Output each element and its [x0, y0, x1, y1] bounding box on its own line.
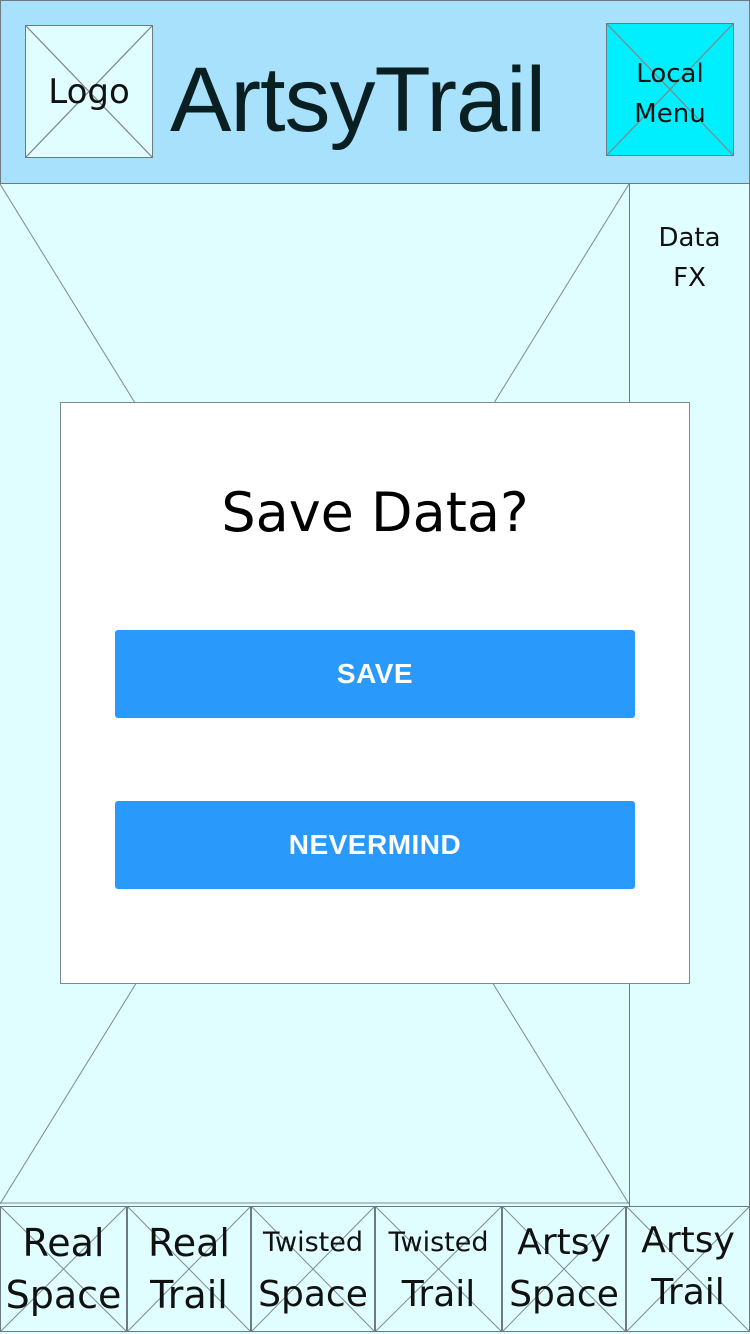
nav-item-label: Real Space	[1, 1207, 126, 1331]
nav-label-line1: Artsy	[517, 1222, 611, 1263]
nav-label-line2: Trail	[401, 1274, 476, 1315]
local-menu-button[interactable]: Local Menu	[606, 23, 734, 156]
nav-item-real-space[interactable]: Real Space	[0, 1206, 127, 1332]
nav-item-twisted-trail[interactable]: Twisted Trail	[375, 1206, 502, 1332]
nav-item-artsy-space[interactable]: Artsy Space	[502, 1206, 626, 1332]
dialog-title: Save Data?	[221, 481, 529, 544]
logo-placeholder[interactable]: Logo	[25, 25, 153, 158]
nav-label-line1: Twisted	[388, 1227, 489, 1258]
nav-label-line1: Artsy	[641, 1220, 735, 1261]
local-menu-label: Local Menu	[607, 54, 733, 134]
nav-item-label: Twisted Space	[252, 1207, 374, 1331]
nav-label-line2: Trail	[150, 1273, 228, 1317]
nav-label-line1: Twisted	[262, 1227, 363, 1258]
nav-item-real-trail[interactable]: Real Trail	[127, 1206, 251, 1332]
nav-item-label: Twisted Trail	[376, 1207, 501, 1331]
nav-item-label: Artsy Space	[503, 1207, 625, 1331]
nav-label-line2: Space	[509, 1274, 619, 1315]
data-fx-label-line1: Data	[658, 223, 721, 253]
data-fx-label-line2: FX	[673, 263, 706, 293]
nevermind-button[interactable]: NEVERMIND	[115, 801, 635, 889]
save-data-dialog: Save Data? SAVE NEVERMIND	[60, 402, 690, 984]
local-menu-label-line1: Local	[636, 59, 704, 89]
local-menu-label-line2: Menu	[634, 99, 706, 129]
nav-label-line2: Space	[5, 1273, 122, 1317]
app-title: ArtsyTrail	[170, 49, 546, 151]
nav-item-twisted-space[interactable]: Twisted Space	[251, 1206, 375, 1332]
nav-label-line1: Real	[148, 1221, 230, 1265]
bottom-nav: Real Space Real Trail Twisted Space Twis…	[0, 1206, 750, 1334]
nav-label-line1: Real	[22, 1221, 105, 1265]
nav-item-artsy-trail[interactable]: Artsy Trail	[626, 1206, 750, 1332]
save-button[interactable]: SAVE	[115, 630, 635, 718]
nav-item-label: Real Trail	[128, 1207, 250, 1331]
nav-label-line2: Trail	[651, 1272, 725, 1313]
data-fx-label: Data FX	[630, 218, 749, 298]
nav-item-label: Artsy Trail	[627, 1207, 749, 1331]
logo-label: Logo	[48, 71, 130, 112]
nav-label-line2: Space	[258, 1274, 368, 1315]
